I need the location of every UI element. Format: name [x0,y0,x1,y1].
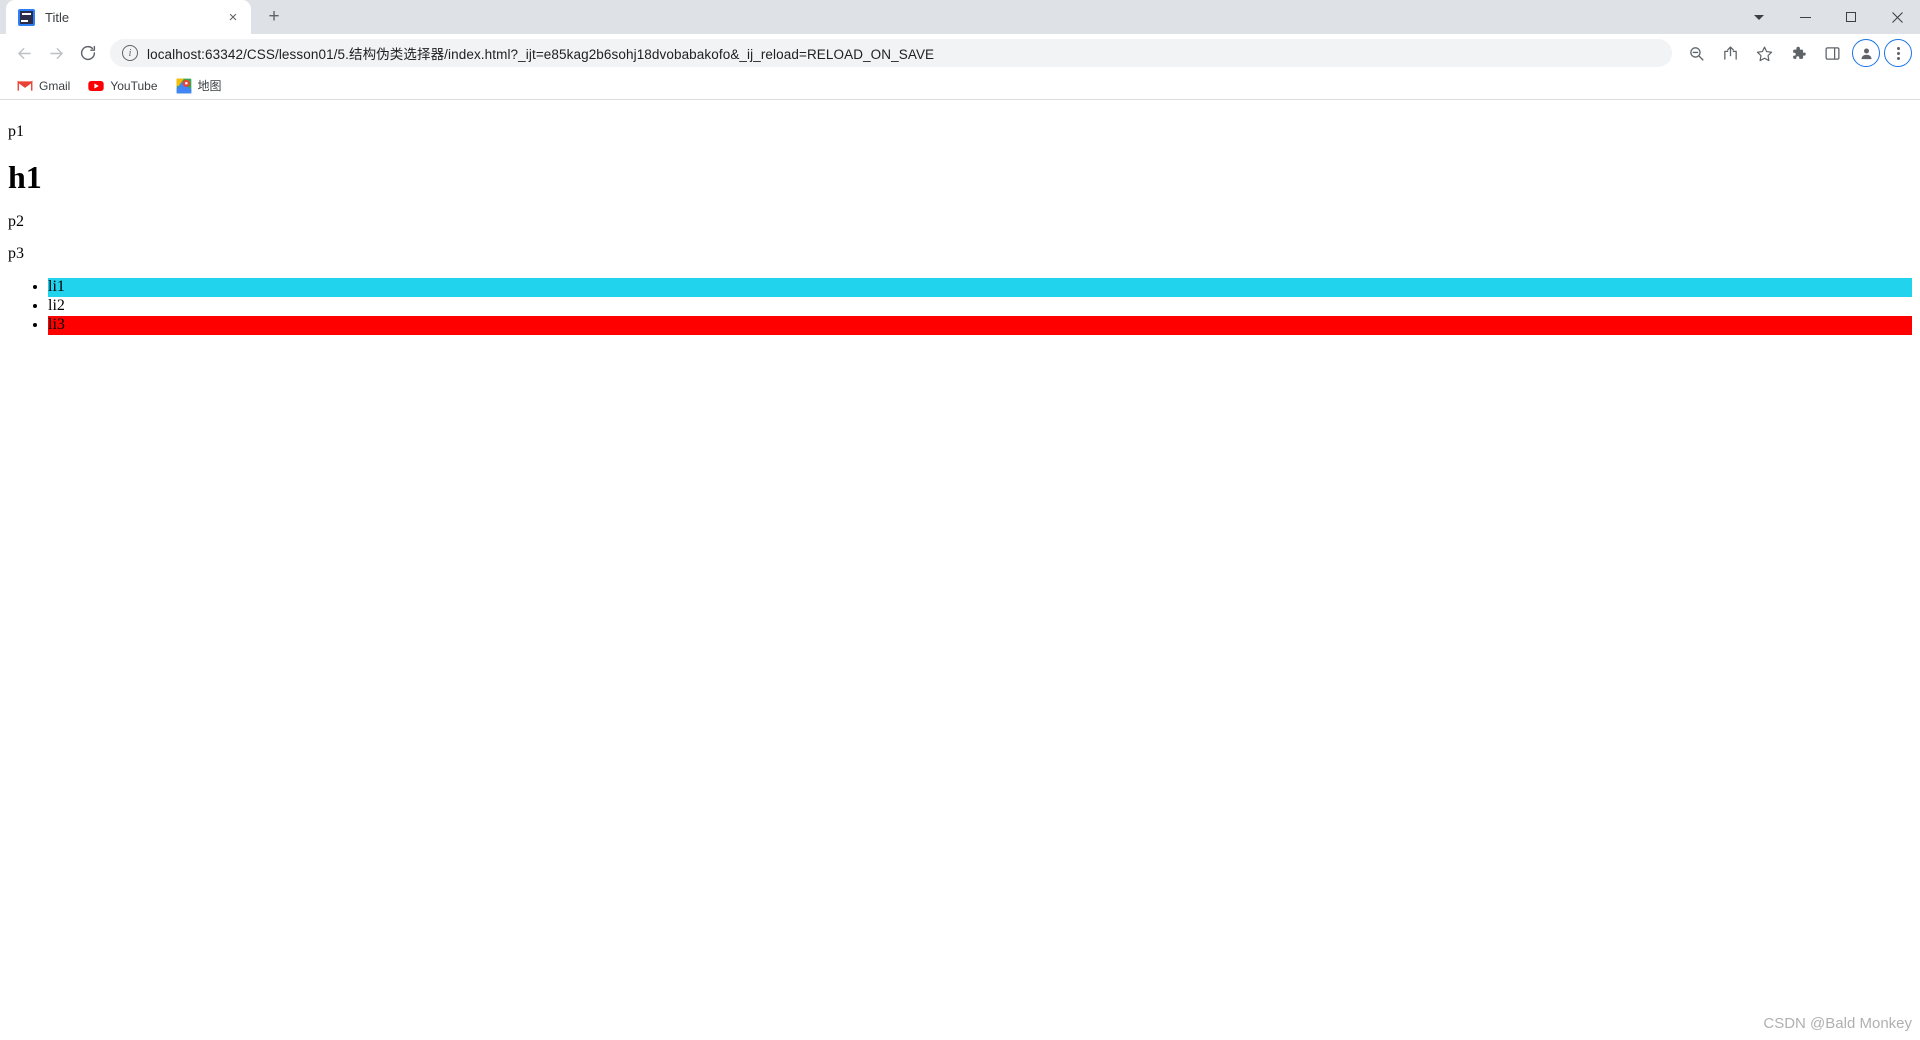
address-bar[interactable]: i localhost:63342/CSS/lesson01/5.结构伪类选择器… [110,39,1672,67]
intellij-idea-icon [18,8,35,26]
window-controls [1736,0,1920,34]
forward-button[interactable] [40,37,72,69]
tab-title-page[interactable]: Title × [6,0,251,34]
close-window-button[interactable] [1874,1,1920,33]
paragraph-p3: p3 [8,245,24,262]
bookmark-star-icon[interactable] [1748,37,1780,69]
tab-strip: Title × + [0,0,1920,34]
url-text[interactable]: localhost:63342/CSS/lesson01/5.结构伪类选择器/i… [147,43,934,63]
new-tab-button[interactable]: + [260,3,288,31]
bookmarks-bar: Gmail YouTube 地图 [0,72,1920,100]
profile-avatar[interactable] [1852,39,1880,67]
list-item: li2 [48,297,1912,316]
gmail-icon [17,80,33,91]
site-info-icon[interactable]: i [122,45,138,61]
page-viewport: p1 h1 p2 p3 li1 li2 li3 CSDN @Bald Monke… [0,100,1920,1040]
bookmark-label: YouTube [110,78,158,93]
side-panel-icon[interactable] [1816,37,1848,69]
extensions-icon[interactable] [1782,37,1814,69]
youtube-icon [88,80,105,91]
list-item: li1 [48,278,1912,297]
bookmark-gmail[interactable]: Gmail [10,74,77,98]
page-content: p1 h1 p2 p3 li1 li2 li3 [0,100,1920,335]
bookmark-maps[interactable]: 地图 [169,74,229,98]
google-maps-icon [176,78,191,93]
csdn-watermark: CSDN @Bald Monkey [1763,1015,1912,1032]
paragraph-p1: p1 [8,123,24,140]
browser-toolbar: i localhost:63342/CSS/lesson01/5.结构伪类选择器… [0,34,1920,72]
zoom-icon[interactable] [1680,37,1712,69]
list-item: li3 [48,315,1912,335]
bookmark-label: 地图 [197,79,222,93]
minimize-button[interactable] [1782,1,1828,33]
back-button[interactable] [8,37,40,69]
maximize-button[interactable] [1828,1,1874,33]
heading-h1: h1 [8,159,42,195]
tab-label: Title [45,9,70,25]
reload-button[interactable] [72,37,104,69]
close-icon[interactable]: × [223,7,243,27]
tab-search-icon[interactable] [1736,1,1782,33]
paragraph-p2: p2 [8,213,24,230]
unordered-list: li1 li2 li3 [8,278,1912,335]
share-icon[interactable] [1714,37,1746,69]
chrome-menu-icon[interactable] [1884,39,1912,67]
browser-window: Title × + i localhost:63342/CSS/lesson01… [0,0,1920,1040]
bookmark-youtube[interactable]: YouTube [81,74,164,98]
bookmark-label: Gmail [39,78,71,93]
toolbar-actions [1680,37,1912,69]
